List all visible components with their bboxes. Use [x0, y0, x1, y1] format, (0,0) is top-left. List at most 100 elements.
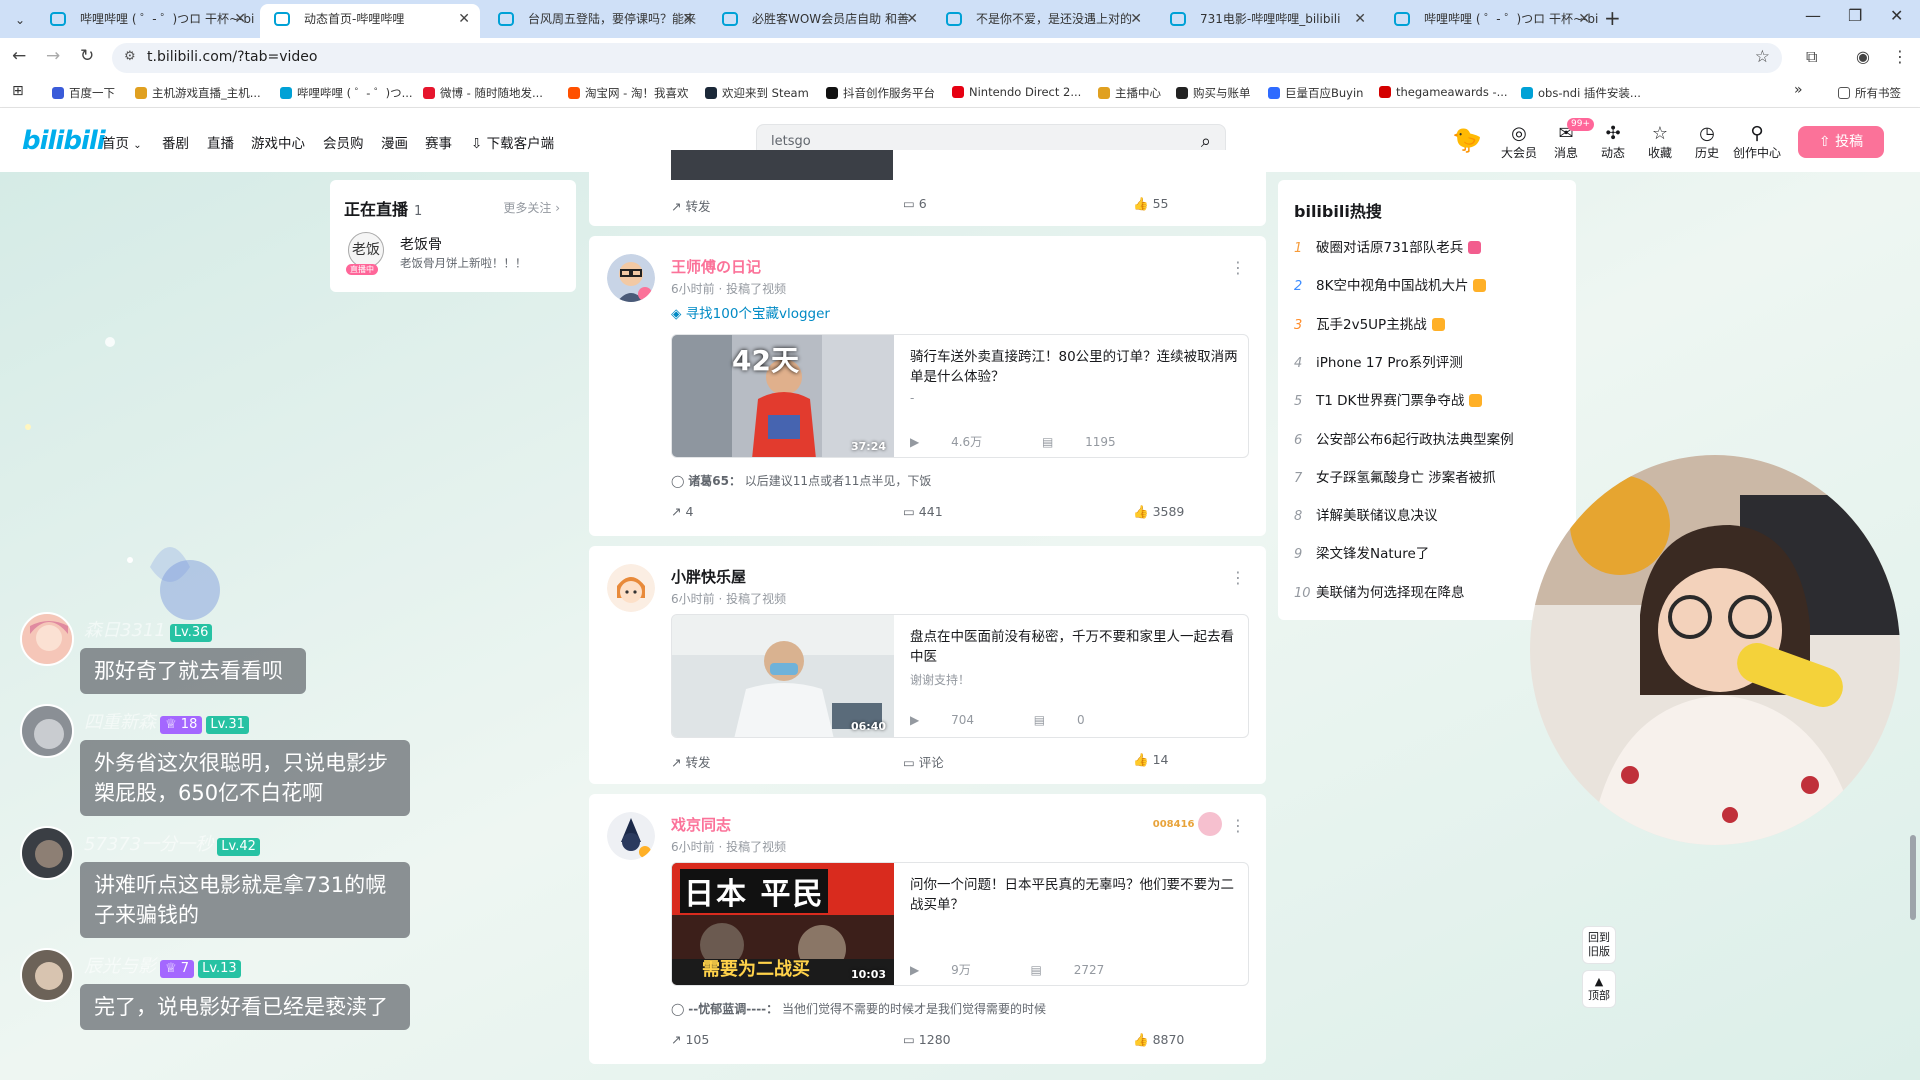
- comment-button[interactable]: ▭ 441: [903, 504, 943, 519]
- extensions-icon[interactable]: ⧉: [1806, 47, 1817, 67]
- user-avatar[interactable]: 🐤: [1452, 126, 1484, 158]
- like-button[interactable]: 👍 8870: [1133, 1032, 1184, 1048]
- topic-link[interactable]: ◈ 寻找100个宝藏vlogger: [671, 302, 830, 322]
- video-thumbnail[interactable]: 日本 平民 需要为二战买 10:03: [672, 863, 894, 985]
- share-button[interactable]: ↗ 转发: [671, 196, 710, 215]
- hot-comment[interactable]: ◯ 诸葛65： 以后建议11点或者11点半见，下饭: [671, 472, 931, 489]
- browser-tab-active[interactable]: 动态首页-哔哩哔哩 ✕: [260, 4, 480, 38]
- author-avatar[interactable]: [607, 254, 655, 302]
- bookmark-item[interactable]: thegameawards -...: [1379, 85, 1508, 99]
- video-card[interactable]: 06:40 盘点在中医面前没有秘密，千万不要和家里人一起去看中医 谢谢支持！ ▶…: [671, 614, 1249, 738]
- video-title[interactable]: 骑行车送外卖直接跨江！80公里的订单？连续被取消两单是什么体验？: [910, 347, 1240, 387]
- bookmark-item[interactable]: 购买与账单: [1176, 85, 1251, 101]
- browser-tab[interactable]: 台风周五登陆，要停课吗？能来 ✕: [484, 4, 704, 38]
- more-following-link[interactable]: 更多关注 ›: [503, 199, 560, 216]
- like-button[interactable]: 👍 55: [1133, 196, 1168, 212]
- minimize-icon[interactable]: —: [1805, 6, 1821, 25]
- close-tab-icon[interactable]: ✕: [682, 4, 694, 34]
- tab-search-icon[interactable]: ⌄: [8, 8, 32, 32]
- hot-search-item[interactable]: 6 公安部公布6起行政执法典型案例: [1294, 428, 1514, 450]
- close-tab-icon[interactable]: ✕: [234, 4, 246, 34]
- upload-button[interactable]: ⇧ 投稿: [1798, 126, 1884, 158]
- streamer-avatar[interactable]: 老饭: [348, 232, 384, 268]
- browser-tab[interactable]: 哔哩哔哩 ( ゜- ゜)つロ 干杯~-bi ✕: [1380, 4, 1600, 38]
- author-name[interactable]: 小胖快乐屋: [671, 566, 746, 587]
- more-bookmarks-icon[interactable]: »: [1794, 82, 1803, 98]
- back-icon[interactable]: ←: [12, 46, 26, 66]
- nav-live[interactable]: 直播: [207, 132, 234, 152]
- hot-search-item[interactable]: 1 破圈对话原731部队老兵: [1294, 236, 1482, 258]
- close-tab-icon[interactable]: ✕: [1354, 4, 1366, 34]
- hot-search-item[interactable]: 9 梁文锋发Nature了: [1294, 542, 1429, 564]
- browser-tab[interactable]: 不是你不爱，是还没遇上对的 ✕: [932, 4, 1152, 38]
- nav-anime[interactable]: 番剧: [162, 132, 189, 152]
- share-button[interactable]: ↗ 4: [671, 504, 693, 519]
- creator-center-button[interactable]: ⚲ 创作中心: [1731, 124, 1783, 161]
- like-button[interactable]: 👍 14: [1133, 752, 1168, 768]
- close-tab-icon[interactable]: ✕: [1130, 4, 1142, 34]
- profile-icon[interactable]: ◉: [1856, 47, 1870, 66]
- video-card[interactable]: 42天 37:24 骑行车送外卖直接跨江！80公里的订单？连续被取消两单是什么体…: [671, 334, 1249, 458]
- bookmark-item[interactable]: 百度一下: [52, 85, 115, 101]
- like-button[interactable]: 👍 3589: [1133, 504, 1184, 520]
- bookmark-item[interactable]: 哔哩哔哩 ( ゜- ゜)つ...: [280, 85, 413, 101]
- nav-download-client[interactable]: ⇩ 下载客户端: [471, 132, 554, 152]
- bookmark-item[interactable]: 微博 - 随时随地发...: [423, 85, 543, 101]
- nav-manga[interactable]: 漫画: [381, 132, 408, 152]
- hot-search-item[interactable]: 5 T1 DK世界赛门票争夺战: [1294, 389, 1483, 411]
- bilibili-logo[interactable]: bilibili: [22, 126, 106, 156]
- bookmark-item[interactable]: 抖音创作服务平台: [826, 85, 935, 101]
- all-bookmarks-folder[interactable]: 所有书签: [1838, 85, 1901, 101]
- hot-search-item[interactable]: 10 美联储为何选择现在降息: [1294, 581, 1465, 603]
- close-tab-icon[interactable]: ✕: [906, 4, 918, 34]
- more-options-icon[interactable]: ⋮: [1230, 816, 1246, 835]
- vip-button[interactable]: ◎ 大会员: [1496, 124, 1542, 161]
- bookmark-item[interactable]: obs-ndi 插件安装...: [1521, 85, 1641, 101]
- close-window-icon[interactable]: ✕: [1890, 6, 1903, 25]
- bookmark-item[interactable]: 主机游戏直播_主机...: [135, 85, 261, 101]
- hot-search-item[interactable]: 7 女子踩氢氟酸身亡 涉案者被抓: [1294, 466, 1496, 488]
- page-scrollbar[interactable]: [1908, 118, 1918, 1080]
- hot-search-item[interactable]: 4 iPhone 17 Pro系列评测: [1294, 351, 1463, 373]
- video-thumbnail[interactable]: [671, 150, 893, 180]
- back-to-top-button[interactable]: ▲ 顶部: [1582, 970, 1616, 1008]
- bookmark-star-icon[interactable]: ☆: [1755, 47, 1770, 67]
- author-avatar[interactable]: [607, 564, 655, 612]
- bookmark-item[interactable]: Nintendo Direct 2...: [952, 85, 1081, 99]
- author-avatar[interactable]: [607, 812, 655, 860]
- bookmark-item[interactable]: 巨量百应Buyin: [1268, 85, 1363, 101]
- author-name[interactable]: 戏京同志: [671, 814, 731, 835]
- browser-tab[interactable]: 731电影-哔哩哔哩_bilibili ✕: [1156, 4, 1376, 38]
- nav-home[interactable]: 首页 ⌄: [102, 132, 142, 152]
- browser-menu-icon[interactable]: ⋮: [1892, 47, 1908, 66]
- comment-button[interactable]: ▭ 6: [903, 196, 927, 211]
- old-version-button[interactable]: 回到旧版: [1582, 926, 1616, 964]
- hot-comment[interactable]: ◯ --忧郁蓝调----： 当他们觉得不需要的时候才是我们觉得需要的时候: [671, 1000, 1046, 1017]
- more-options-icon[interactable]: ⋮: [1230, 258, 1246, 277]
- bookmark-item[interactable]: 主播中心: [1098, 85, 1161, 101]
- dynamics-button[interactable]: ✣ 动态: [1590, 124, 1636, 161]
- close-tab-icon[interactable]: ✕: [458, 4, 470, 34]
- site-info-icon[interactable]: ⚙: [124, 49, 136, 64]
- nav-esports[interactable]: 赛事: [425, 132, 452, 152]
- streamer-name[interactable]: 老饭骨: [400, 234, 442, 254]
- comment-button[interactable]: ▭ 1280: [903, 1032, 951, 1047]
- history-button[interactable]: ◷ 历史: [1684, 124, 1730, 161]
- video-title[interactable]: 盘点在中医面前没有秘密，千万不要和家里人一起去看中医: [910, 627, 1240, 667]
- bookmark-item[interactable]: 欢迎来到 Steam: [705, 85, 809, 101]
- close-tab-icon[interactable]: ✕: [1578, 4, 1590, 34]
- messages-button[interactable]: ✉ 99+ 消息: [1543, 118, 1594, 161]
- browser-tab[interactable]: 哔哩哔哩 ( ゜- ゜)つロ 干杯~-bi ✕: [36, 4, 256, 38]
- scrollbar-thumb[interactable]: [1910, 835, 1916, 920]
- nav-mall[interactable]: 会员购: [323, 132, 364, 152]
- apps-grid-icon[interactable]: ⊞: [12, 83, 24, 99]
- browser-tab[interactable]: 必胜客WOW会员店自助 和善 ✕: [708, 4, 928, 38]
- new-tab-icon[interactable]: +: [1604, 6, 1621, 30]
- url-bar[interactable]: ⚙ t.bilibili.com/?tab=video ☆: [112, 43, 1782, 73]
- reload-icon[interactable]: ↻: [80, 46, 94, 66]
- video-thumbnail[interactable]: 42天 37:24: [672, 335, 894, 457]
- share-button[interactable]: ↗ 转发: [671, 752, 710, 771]
- comment-button[interactable]: ▭ 评论: [903, 752, 944, 771]
- favorites-button[interactable]: ☆ 收藏: [1637, 124, 1683, 161]
- author-name[interactable]: 王师傅の日记: [671, 256, 761, 277]
